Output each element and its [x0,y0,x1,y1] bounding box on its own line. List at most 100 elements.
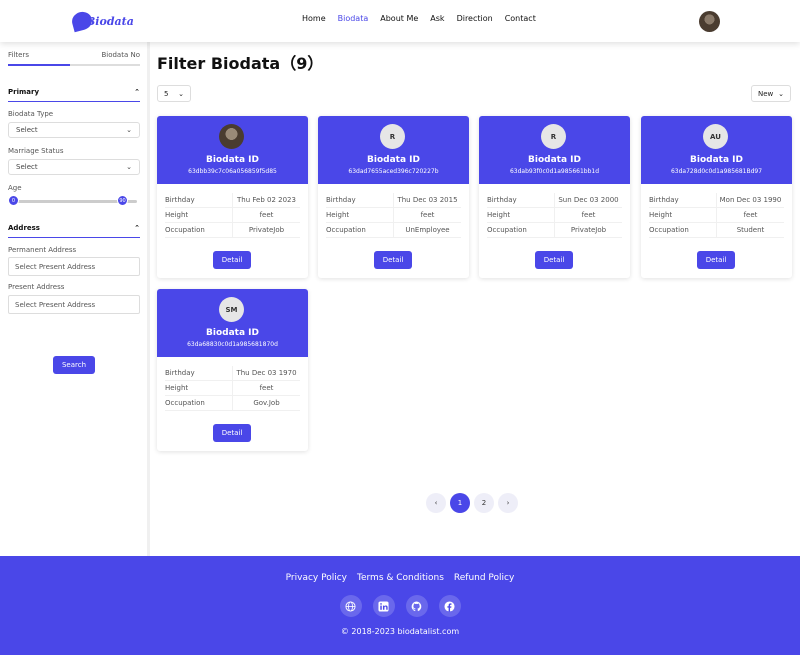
page-button-2[interactable]: 2 [474,493,494,513]
logo-text: Biodata [86,14,134,28]
occupation-row: Occupation UnEmployee [326,222,461,238]
footer-links: Privacy Policy Terms & Conditions Refund… [0,573,800,583]
tab-biodata-no[interactable]: Biodata No [101,51,140,59]
marriage-status-select[interactable]: Select ⌄ [8,159,140,175]
top-navbar: Biodata Home Biodata About Me Ask Direct… [0,0,800,42]
birthday-row: Birthday Thu Dec 03 2015 [326,192,461,208]
card-title: Biodata ID [206,155,259,165]
biodata-card: Biodata ID 63dbb39c7c06a056859f5d85 Birt… [157,116,308,278]
copyright: © 2018-2023 biodatalist.com [340,627,460,636]
card-title: Biodata ID [690,155,743,165]
detail-button[interactable]: Detail [697,251,735,269]
nav-contact[interactable]: Contact [505,14,536,23]
nav-about-me[interactable]: About Me [380,14,418,23]
occupation-row: Occupation PrivateJob [165,222,300,238]
marriage-status-value: Select [16,163,38,171]
age-max-handle[interactable]: 90 [117,195,128,206]
biodata-id: 63dbb39c7c06a056859f5d85 [188,168,277,175]
card-header: R Biodata ID 63dad7655aced396c720227b [318,116,469,184]
github-icon[interactable] [405,595,428,617]
nav-ask[interactable]: Ask [430,14,444,23]
page-title: Filter Biodata（9） [157,54,324,73]
chevron-down-icon: ⌄ [178,90,184,98]
age-min-handle[interactable]: 0 [8,195,19,206]
linkedin-icon[interactable] [372,595,395,617]
occupation-row: Occupation Student [649,222,784,238]
biodata-type-label: Biodata Type [8,110,54,118]
nav-direction[interactable]: Direction [457,14,493,23]
permanent-address-label: Permanent Address [8,246,77,254]
avatar [219,124,244,149]
card-title: Biodata ID [206,328,259,338]
card-header: Biodata ID 63dbb39c7c06a056859f5d85 [157,116,308,184]
terms-link[interactable]: Terms & Conditions [357,573,444,583]
detail-button[interactable]: Detail [213,251,251,269]
facebook-icon[interactable] [438,595,461,617]
per-page-select[interactable]: 5 ⌄ [157,85,191,102]
search-button[interactable]: Search [53,356,95,374]
card-header: R Biodata ID 63dab93f0c0d1a985661bb1d [479,116,630,184]
nav-biodata[interactable]: Biodata [338,14,369,23]
globe-icon[interactable] [339,595,362,617]
main-nav: Home Biodata About Me Ask Direction Cont… [302,14,536,23]
biodata-type-select[interactable]: Select ⌄ [8,122,140,138]
social-icons [0,595,800,617]
tab-indicator [8,64,140,66]
present-address-input[interactable]: Select Present Address [8,295,140,314]
logo[interactable]: Biodata [70,9,134,33]
avatar: SM [219,297,244,322]
card-title: Biodata ID [528,155,581,165]
height-row: Height feet [487,207,622,223]
footer: Privacy Policy Terms & Conditions Refund… [0,556,800,655]
address-section-header[interactable]: Address ⌃ [8,224,140,238]
height-row: Height feet [165,207,300,223]
pagination: ‹ 1 2 › [426,493,518,513]
birthday-row: Birthday Sun Dec 03 2000 [487,192,622,208]
chevron-down-icon: ⌄ [778,90,784,98]
occupation-row: Occupation PrivateJob [487,222,622,238]
age-label: Age [8,184,22,192]
tab-filters[interactable]: Filters [8,51,29,59]
per-page-value: 5 [164,90,169,98]
detail-button[interactable]: Detail [374,251,412,269]
next-page-button[interactable]: › [498,493,518,513]
occupation-row: Occupation Gov.Job [165,395,300,411]
primary-section-header[interactable]: Primary ⌃ [8,88,140,102]
birthday-row: Birthday Thu Dec 03 1970 [165,365,300,381]
refund-policy-link[interactable]: Refund Policy [454,573,514,583]
biodata-card: AU Biodata ID 63da728d0c0d1a985681Bd97 B… [641,116,792,278]
nav-home[interactable]: Home [302,14,326,23]
biodata-type-value: Select [16,126,38,134]
prev-page-button[interactable]: ‹ [426,493,446,513]
biodata-id: 63da728d0c0d1a985681Bd97 [670,168,763,175]
avatar: AU [703,124,728,149]
biodata-id: 63da68830c0d1a985681870d [187,341,278,348]
avatar: R [541,124,566,149]
user-avatar[interactable] [699,11,720,32]
avatar: R [380,124,405,149]
marriage-status-label: Marriage Status [8,147,64,155]
chevron-up-icon: ⌃ [134,88,140,96]
chevron-up-icon: ⌃ [134,224,140,232]
card-header: AU Biodata ID 63da728d0c0d1a985681Bd97 [641,116,792,184]
sort-value: New [758,90,774,98]
height-row: Height feet [165,380,300,396]
page-button-1[interactable]: 1 [450,493,470,513]
chevron-down-icon: ⌄ [126,163,132,171]
biodata-card: R Biodata ID 63dad7655aced396c720227b Bi… [318,116,469,278]
detail-button[interactable]: Detail [213,424,251,442]
biodata-id: 63dab93f0c0d1a985661bb1d [509,168,600,175]
height-row: Height feet [326,207,461,223]
sidebar-tabs: Filters Biodata No [8,51,140,59]
permanent-address-input[interactable]: Select Present Address [8,257,140,276]
primary-title: Primary [8,88,40,96]
biodata-card: SM Biodata ID 63da68830c0d1a985681870d B… [157,289,308,451]
detail-button[interactable]: Detail [535,251,573,269]
chevron-down-icon: ⌄ [126,126,132,134]
privacy-policy-link[interactable]: Privacy Policy [286,573,347,583]
height-row: Height feet [649,207,784,223]
logo-mark-icon [70,9,94,33]
address-title: Address [8,224,40,232]
sort-select[interactable]: New ⌄ [751,85,791,102]
biodata-card: R Biodata ID 63dab93f0c0d1a985661bb1d Bi… [479,116,630,278]
